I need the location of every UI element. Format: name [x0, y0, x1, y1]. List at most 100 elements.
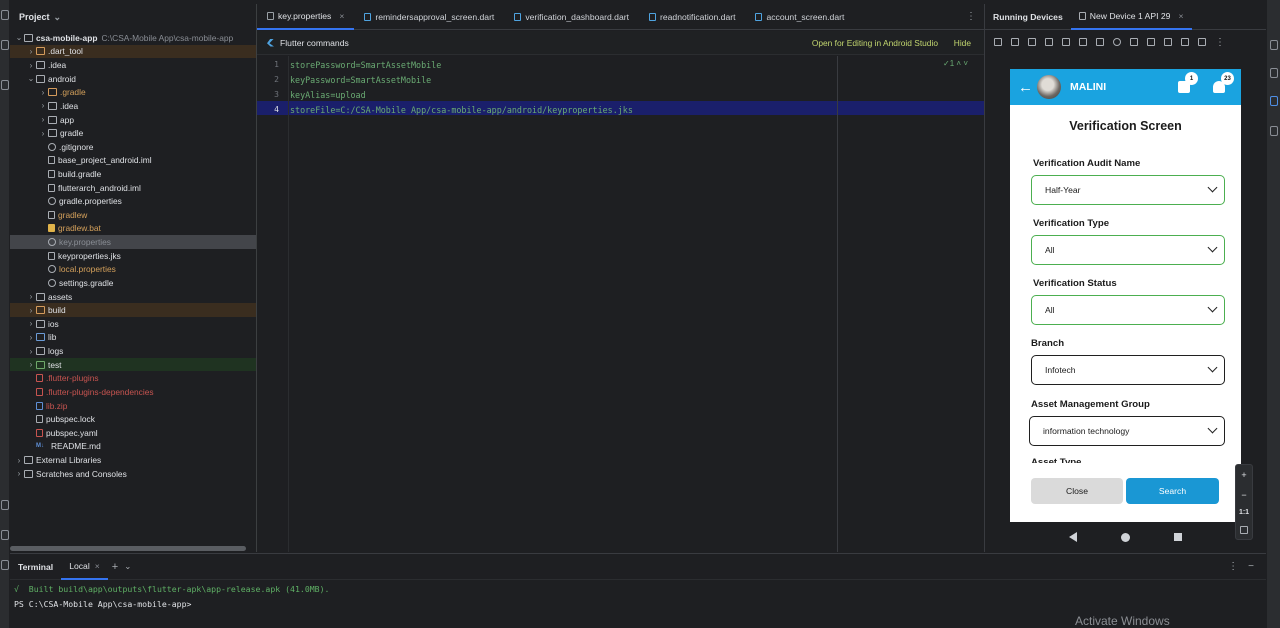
- flutter-commands-label[interactable]: Flutter commands: [280, 38, 349, 48]
- filter-dropdown[interactable]: All: [1031, 235, 1225, 265]
- notifications-icon[interactable]: [1270, 68, 1278, 78]
- terminal-tool-icon[interactable]: [1, 530, 9, 540]
- chevron-down-icon[interactable]: ⌄: [54, 12, 62, 23]
- nav-home-icon[interactable]: [1121, 532, 1130, 542]
- terminal-tab-local[interactable]: Local ×: [61, 554, 108, 580]
- tree-item[interactable]: keyproperties.jks: [10, 249, 256, 263]
- editor-tab[interactable]: remindersapproval_screen.dart: [354, 4, 504, 30]
- close-icon[interactable]: ×: [95, 561, 100, 571]
- filter-dropdown[interactable]: information technology: [1029, 416, 1225, 446]
- tree-item[interactable]: gradlew.bat: [10, 222, 256, 236]
- project-tool-icon[interactable]: [1, 10, 9, 20]
- chevron-right-icon[interactable]: ›: [38, 88, 48, 97]
- chevron-right-icon[interactable]: ›: [38, 115, 48, 124]
- filter-dropdown[interactable]: Infotech: [1031, 355, 1225, 385]
- close-icon[interactable]: ×: [1178, 11, 1183, 21]
- tree-item[interactable]: pubspec.lock: [10, 412, 256, 426]
- tree-item[interactable]: .flutter-plugins: [10, 372, 256, 386]
- device-manager-icon[interactable]: [1270, 40, 1278, 50]
- chevron-right-icon[interactable]: ›: [26, 333, 36, 342]
- code-line[interactable]: keyPassword=SmartAssetMobile: [290, 75, 431, 85]
- tree-item[interactable]: local.properties: [10, 263, 256, 277]
- chevron-right-icon[interactable]: ›: [26, 292, 36, 301]
- avatar[interactable]: [1037, 75, 1061, 99]
- screenshot-icon[interactable]: [1147, 38, 1155, 46]
- tree-item[interactable]: pubspec.yaml: [10, 426, 256, 440]
- home-icon[interactable]: [1113, 38, 1121, 46]
- close-button[interactable]: Close: [1031, 478, 1123, 504]
- settings-icon[interactable]: [1198, 38, 1206, 46]
- rotate-left-icon[interactable]: [1045, 38, 1053, 46]
- tree-item[interactable]: build.gradle: [10, 167, 256, 181]
- chevron-down-icon[interactable]: ⌄: [124, 561, 131, 572]
- chevron-right-icon[interactable]: ›: [38, 129, 48, 138]
- chevron-right-icon[interactable]: ›: [14, 456, 24, 465]
- inspection-widget[interactable]: ✓1 ˄ ˅: [943, 59, 968, 68]
- filter-dropdown[interactable]: Half-Year: [1031, 175, 1225, 205]
- chevron-right-icon[interactable]: ›: [26, 47, 36, 56]
- chevron-right-icon[interactable]: ›: [14, 469, 24, 478]
- tree-item[interactable]: ⌄ csa-mobile-app C:\CSA-Mobile App\csa-mob…: [10, 31, 256, 45]
- tree-item[interactable]: › External Libraries: [10, 453, 256, 467]
- tree-item[interactable]: .gitignore: [10, 140, 256, 154]
- editor-tab[interactable]: account_screen.dart: [745, 4, 854, 30]
- new-terminal-icon[interactable]: +: [112, 561, 118, 573]
- chevron-right-icon[interactable]: ›: [26, 360, 36, 369]
- tree-item[interactable]: › .gradle: [10, 85, 256, 99]
- chevron-right-icon[interactable]: ›: [26, 61, 36, 70]
- zoom-in-button[interactable]: +: [1241, 470, 1246, 480]
- code-line[interactable]: storeFile=C:/CSA-Mobile App/csa-mobile-a…: [290, 105, 633, 115]
- search-button[interactable]: Search: [1126, 478, 1219, 504]
- fold-icon[interactable]: [1079, 38, 1087, 46]
- options-icon[interactable]: ⋮: [1228, 561, 1238, 572]
- run-tool-icon[interactable]: [1, 500, 9, 510]
- tree-item[interactable]: › logs: [10, 344, 256, 358]
- tree-item[interactable]: M↓ README.md: [10, 440, 256, 454]
- tree-item[interactable]: › .idea: [10, 99, 256, 113]
- zoom-out-button[interactable]: −: [1241, 490, 1246, 500]
- chevron-down-icon[interactable]: ⌄: [26, 74, 36, 83]
- tree-item[interactable]: › test: [10, 357, 256, 372]
- project-panel-header[interactable]: Project ⌄: [10, 4, 256, 30]
- fit-screen-icon[interactable]: [1240, 526, 1248, 535]
- tree-item[interactable]: › assets: [10, 290, 256, 304]
- volume-down-icon[interactable]: [1028, 38, 1036, 46]
- open-android-studio-link[interactable]: Open for Editing in Android Studio: [812, 38, 938, 48]
- tree-item[interactable]: flutterarch_android.iml: [10, 181, 256, 195]
- zoom-actual-size-button[interactable]: 1:1: [1239, 509, 1249, 516]
- hide-link[interactable]: Hide: [954, 38, 971, 48]
- minimize-icon[interactable]: −: [1248, 561, 1254, 572]
- tree-item[interactable]: gradlew: [10, 208, 256, 222]
- tree-item[interactable]: ⌄ android: [10, 72, 256, 86]
- device-screen[interactable]: ← MALINI 1 23 Verification Screen Verifi…: [1010, 69, 1241, 522]
- device-tab[interactable]: New Device 1 API 29 ×: [1070, 4, 1192, 30]
- commit-tool-icon[interactable]: [1, 40, 9, 50]
- power-icon[interactable]: [994, 38, 1002, 46]
- tree-item[interactable]: › Scratches and Consoles: [10, 467, 256, 481]
- terminal-prompt[interactable]: PS C:\CSA-Mobile App\csa-mobile-app>: [14, 599, 191, 609]
- flutter-inspector-icon[interactable]: [1270, 96, 1278, 106]
- code-line[interactable]: keyAlias=upload: [290, 90, 366, 100]
- gradle-icon[interactable]: [1270, 126, 1278, 136]
- tree-item[interactable]: › build: [10, 303, 256, 317]
- editor-tab[interactable]: readnotification.dart: [639, 4, 745, 30]
- record-icon[interactable]: [1164, 38, 1172, 46]
- more-options-icon[interactable]: ⋮: [1215, 37, 1225, 48]
- tree-item[interactable]: gradle.properties: [10, 194, 256, 208]
- tree-item[interactable]: › lib: [10, 331, 256, 345]
- back-icon[interactable]: [1096, 38, 1104, 46]
- tree-item[interactable]: key.properties: [10, 235, 256, 249]
- chevron-right-icon[interactable]: ›: [26, 347, 36, 356]
- close-icon[interactable]: ×: [339, 11, 344, 21]
- horizontal-scrollbar[interactable]: [10, 546, 246, 551]
- back-arrow-icon[interactable]: ←: [1018, 79, 1033, 96]
- chevron-right-icon[interactable]: ›: [26, 319, 36, 328]
- editor-tab[interactable]: key.properties ×: [257, 4, 355, 30]
- chevron-right-icon[interactable]: ›: [38, 101, 48, 110]
- editor-tab[interactable]: verification_dashboard.dart: [504, 4, 639, 30]
- code-line[interactable]: storePassword=SmartAssetMobile: [290, 60, 441, 70]
- tree-item[interactable]: › ios: [10, 317, 256, 331]
- tree-item[interactable]: lib.zip: [10, 399, 256, 413]
- nav-recents-icon[interactable]: [1174, 533, 1182, 541]
- structure-tool-icon[interactable]: [1, 80, 9, 90]
